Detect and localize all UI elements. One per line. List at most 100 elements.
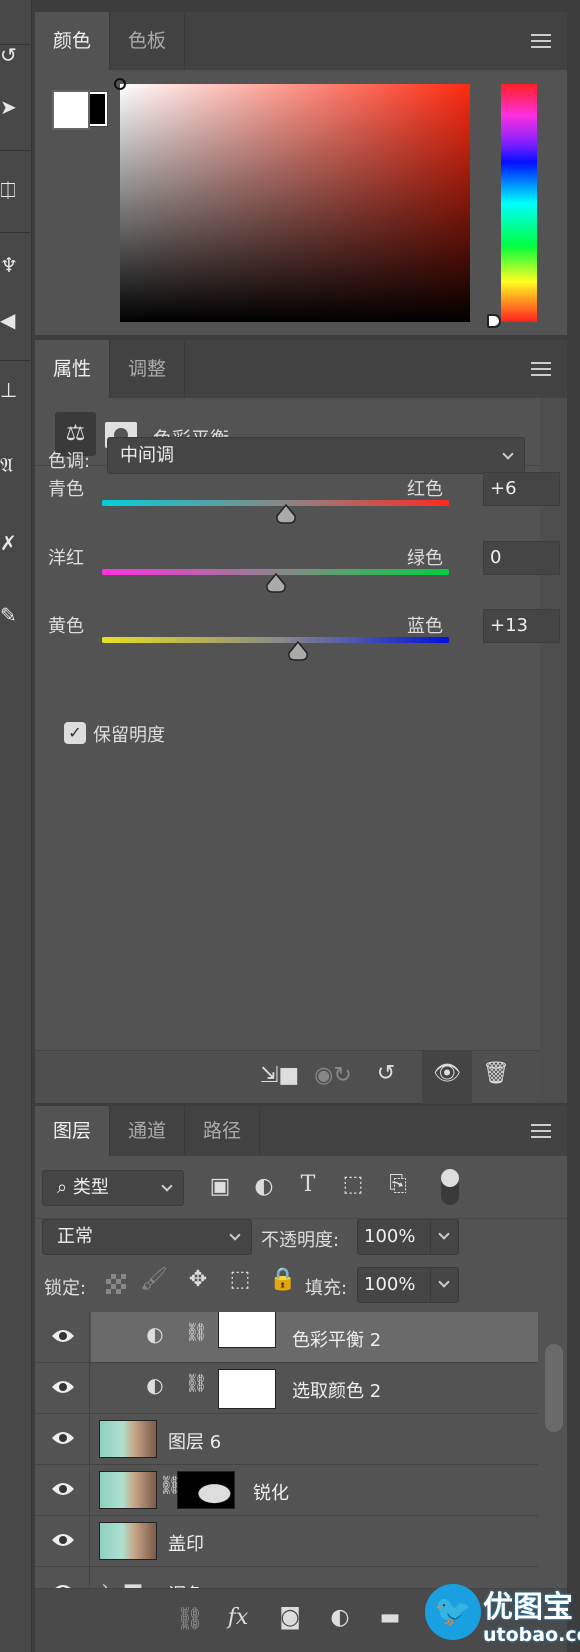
eye-icon[interactable] (51, 1428, 75, 1448)
eye-icon[interactable] (51, 1326, 75, 1346)
rotate-view-tool-icon[interactable]: ↺ (0, 40, 30, 70)
lock-transparent-pixels-icon[interactable] (106, 1274, 126, 1294)
panel-menu-icon[interactable] (531, 1124, 551, 1138)
tools-toolbar: ↺ ➤ ⎅ ♆ ◀ ⊥ 𝔄 ✗ ✎ (0, 0, 32, 1652)
layer-row[interactable]: 图层 6 (35, 1414, 538, 1465)
link-icon[interactable]: ⛓ (159, 1475, 182, 1496)
toolbar-grip[interactable] (0, 360, 30, 366)
tab-layers[interactable]: 图层 (35, 1106, 110, 1156)
filter-kind-dropdown[interactable]: ⌕ 类型 (42, 1170, 184, 1206)
fill-input[interactable]: 100% (357, 1267, 459, 1303)
fx-icon[interactable]: fx (223, 1605, 253, 1630)
pixel-layer-filter-icon[interactable]: ▣ (207, 1174, 233, 1199)
panel-menu-icon[interactable] (531, 362, 551, 376)
layer-thumbnail[interactable] (99, 1471, 157, 1509)
foreground-color-swatch[interactable] (52, 90, 90, 130)
slider-value-input[interactable]: 0 (483, 541, 560, 575)
view-previous-state-icon[interactable]: ◉↻ (313, 1063, 353, 1088)
tab-properties[interactable]: 属性 (35, 340, 110, 398)
type-tool-icon[interactable]: 𝔄 (0, 450, 30, 480)
chevron-right-icon[interactable]: › (99, 1577, 111, 1588)
hue-slider-handle[interactable] (487, 314, 501, 328)
layer-mask-thumbnail[interactable] (177, 1471, 235, 1509)
delete-icon[interactable]: 🗑 (478, 1061, 514, 1086)
fill-dropdown-button[interactable] (430, 1268, 458, 1302)
tone-dropdown[interactable]: 中间调 (107, 437, 525, 474)
fill-label: 填充: (305, 1278, 348, 1299)
panel-menu-icon[interactable] (531, 34, 551, 48)
tab-swatches[interactable]: 色板 (110, 12, 185, 70)
adjustment-layer-filter-icon[interactable]: ◐ (251, 1174, 277, 1199)
preserve-luminosity-checkbox[interactable]: ✓ (64, 722, 86, 744)
color-panel: 颜色 色板 (35, 12, 567, 335)
link-icon[interactable]: ⛓ (185, 1373, 208, 1394)
eye-icon[interactable] (51, 1530, 75, 1550)
filter-toggle[interactable] (441, 1169, 459, 1205)
layer-mask-thumbnail[interactable] (218, 1369, 276, 1409)
lock-position-icon[interactable]: ✥ (185, 1267, 211, 1292)
hue-slider[interactable] (501, 84, 537, 322)
link-layers-icon[interactable]: ⛓ (175, 1607, 205, 1632)
blend-mode-dropdown[interactable]: 正常 (42, 1219, 252, 1255)
link-icon[interactable]: ⛓ (185, 1322, 208, 1343)
path-select-tool-icon[interactable]: ➤ (0, 92, 30, 122)
opacity-dropdown-button[interactable] (430, 1220, 458, 1254)
tab-paths[interactable]: 路径 (185, 1106, 260, 1156)
eye-icon[interactable] (51, 1479, 75, 1499)
opacity-input[interactable]: 100% (357, 1219, 459, 1255)
visibility-toggle-button[interactable]: 👁 (422, 1051, 472, 1104)
toolbar-grip[interactable] (0, 150, 30, 156)
lock-all-icon[interactable]: 🔒 (269, 1267, 296, 1292)
eye-icon[interactable] (51, 1377, 75, 1397)
layer-row[interactable]: ⛓ 锐化 (35, 1465, 538, 1516)
layer-name[interactable]: 图层 6 (168, 1428, 221, 1454)
pen-tool-icon[interactable]: ✗ (0, 528, 30, 558)
layer-row[interactable]: ◐ ⛓ 色彩平衡 2 (35, 1312, 538, 1363)
color-field[interactable] (114, 78, 470, 322)
lock-image-pixels-icon[interactable]: 🖌 (140, 1267, 168, 1292)
watermark-site: utobao.com (483, 1624, 580, 1646)
layer-row[interactable]: 盖印 (35, 1516, 538, 1567)
color-picker-cursor[interactable] (114, 78, 126, 90)
smart-object-filter-icon[interactable]: ⎘ (385, 1172, 411, 1197)
stamp-tool-icon[interactable]: ⊥ (0, 375, 30, 405)
layer-name[interactable]: 调色 (168, 1581, 204, 1588)
type-layer-filter-icon[interactable]: T (295, 1172, 321, 1197)
layer-row[interactable]: ◐ ⛓ 选取颜色 2 (35, 1363, 538, 1414)
brush-tool-icon[interactable]: ♆ (0, 250, 30, 280)
layer-thumbnail[interactable] (99, 1522, 157, 1560)
tab-channels[interactable]: 通道 (110, 1106, 185, 1156)
slider-thumb[interactable] (265, 573, 287, 593)
layer-name[interactable]: 锐化 (253, 1479, 289, 1505)
new-group-icon[interactable]: ▬ (375, 1605, 405, 1630)
slider-value-input[interactable]: +6 (483, 472, 560, 506)
folder-icon: ▬ (122, 1575, 144, 1588)
shape-layer-filter-icon[interactable]: ⬚ (340, 1172, 366, 1197)
layers-panel: 图层 通道 路径 ⌕ 类型 ▣ ◐ T ⬚ ⎘ 正常 不透明度: 100% 锁定… (35, 1106, 567, 1652)
add-mask-icon[interactable]: ◙ (275, 1605, 305, 1630)
slider-thumb[interactable] (275, 504, 297, 524)
eraser-tool-icon[interactable]: ◀ (0, 305, 30, 335)
slider-left-label: 洋红 (48, 548, 84, 569)
reset-icon[interactable]: ↺ (368, 1061, 404, 1086)
color-balance-slider-track[interactable] (102, 637, 449, 643)
tab-adjustments[interactable]: 调整 (110, 340, 185, 398)
watermark-logo: 🐦 优图宝 utobao.com (425, 1580, 580, 1652)
layer-name[interactable]: 选取颜色 2 (292, 1377, 381, 1403)
slider-value-input[interactable]: +13 (483, 609, 560, 643)
layer-thumbnail[interactable] (99, 1420, 157, 1458)
layers-scrollbar[interactable] (545, 1344, 563, 1432)
slider-right-label: 红色 (407, 479, 443, 500)
new-adjustment-layer-icon[interactable]: ◐ (325, 1605, 355, 1630)
lock-artboard-icon[interactable]: ⬚ (227, 1267, 253, 1292)
layer-name[interactable]: 盖印 (168, 1530, 204, 1556)
layer-name[interactable]: 色彩平衡 2 (292, 1326, 381, 1352)
slider-thumb[interactable] (287, 641, 309, 661)
clip-to-layer-icon[interactable]: ⇲■ (260, 1063, 299, 1088)
frame-tool-icon[interactable]: ⎅ (0, 175, 30, 205)
eye-icon[interactable] (51, 1581, 75, 1588)
toolbar-grip[interactable] (0, 232, 30, 238)
tab-color[interactable]: 颜色 (35, 12, 110, 70)
layer-mask-thumbnail[interactable] (218, 1312, 276, 1348)
eyedropper-tool-icon[interactable]: ✎ (0, 600, 30, 630)
